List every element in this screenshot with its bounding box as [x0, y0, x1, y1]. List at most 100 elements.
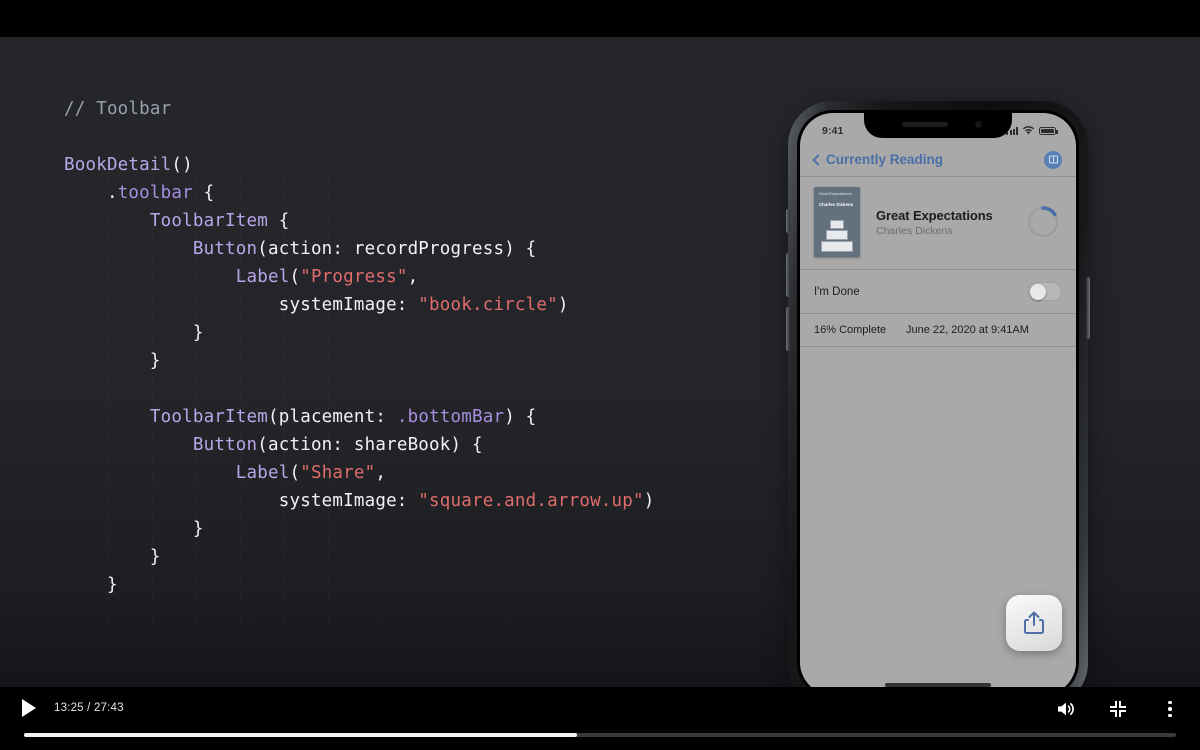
code-token: . [64, 183, 118, 203]
code-token: ) { [504, 407, 537, 427]
code-token: (action: shareBook) { [257, 435, 483, 455]
code-token: (placement: [268, 407, 397, 427]
phone-frame: 9:41 Currently Reading Great Expectation… [786, 101, 1090, 687]
code-token: } [64, 323, 204, 343]
front-camera [975, 121, 982, 128]
code-line: Label("Share", [64, 459, 655, 487]
code-token: ( [289, 267, 301, 287]
code-line: Label("Progress", [64, 263, 655, 291]
book-circle-icon[interactable] [1044, 150, 1062, 169]
code-line: systemImage: "book.circle") [64, 291, 655, 319]
code-token: systemImage: [64, 295, 419, 315]
code-line: systemImage: "square.and.arrow.up") [64, 487, 655, 515]
code-block: // Toolbar BookDetail() .toolbar { Toolb… [64, 95, 655, 599]
code-token: Label [235, 267, 290, 287]
volume-up-button[interactable] [786, 253, 790, 297]
code-token: "square.and.arrow.up" [418, 491, 644, 511]
progress-scrubber[interactable] [24, 733, 1176, 737]
code-token: , [407, 267, 419, 287]
book-author: Charles Dickens [876, 224, 953, 237]
code-line: ToolbarItem { [64, 207, 655, 235]
done-toggle[interactable] [1028, 282, 1062, 301]
code-token: , [375, 463, 387, 483]
book-title: Great Expectations [876, 207, 993, 223]
code-token: ) [643, 491, 655, 511]
code-token: Label [235, 463, 290, 483]
code-line: } [64, 571, 655, 599]
more-options-icon[interactable] [1158, 697, 1182, 721]
code-token: .bottomBar [396, 407, 505, 427]
video-content[interactable]: // Toolbar BookDetail() .toolbar { Toolb… [0, 37, 1200, 687]
wifi-icon [1022, 125, 1035, 138]
code-token: BookDetail [64, 155, 172, 175]
chevron-left-icon [812, 153, 824, 166]
phone-screen[interactable]: 9:41 Currently Reading Great Expectation… [800, 113, 1076, 687]
code-token: // Toolbar [64, 99, 172, 119]
code-line: } [64, 347, 655, 375]
code-token: { [192, 183, 215, 203]
code-token: Button [192, 435, 258, 455]
code-token: (action: recordProgress) { [257, 239, 537, 259]
code-token: } [64, 351, 161, 371]
letterbox-top [0, 0, 1200, 37]
progress-ring[interactable] [1026, 205, 1060, 239]
last-updated-timestamp: June 22, 2020 at 9:41AM [906, 324, 1029, 336]
cover-title-text: Great Expectations [819, 192, 852, 196]
code-token: ToolbarItem [149, 211, 268, 231]
earpiece-speaker [902, 122, 948, 127]
back-button[interactable]: Currently Reading [812, 152, 944, 167]
exit-fullscreen-icon[interactable] [1106, 697, 1130, 721]
code-token: toolbar [117, 183, 193, 203]
code-line: } [64, 515, 655, 543]
status-bar-time: 9:41 [822, 125, 844, 137]
back-button-label: Currently Reading [826, 152, 944, 167]
battery-icon [1039, 126, 1058, 136]
code-token: } [64, 547, 161, 567]
code-line: BookDetail() [64, 151, 655, 179]
code-token: systemImage: [64, 491, 419, 511]
code-line: } [64, 319, 655, 347]
play-button[interactable] [22, 699, 36, 717]
player-controls: 13:25 / 27:43 [0, 687, 1200, 750]
volume-icon[interactable] [1054, 697, 1078, 721]
share-button[interactable] [1006, 595, 1062, 651]
cake-illustration [820, 220, 854, 253]
progress-fill [24, 733, 577, 737]
iphone-mockup: 9:41 Currently Reading Great Expectation… [786, 101, 1090, 687]
video-player-screenshot: // Toolbar BookDetail() .toolbar { Toolb… [0, 0, 1200, 750]
code-token: { [268, 211, 290, 231]
code-token: () [171, 155, 193, 175]
code-line: Button(action: recordProgress) { [64, 235, 655, 263]
code-line: // Toolbar [64, 95, 655, 123]
book-meta: Great Expectations Charles Dickens [876, 208, 1026, 237]
code-line: Button(action: shareBook) { [64, 431, 655, 459]
cover-author-text: Charles Dickens [819, 202, 854, 207]
book-cover: Great Expectations Charles Dickens [814, 187, 860, 257]
code-token: } [64, 519, 204, 539]
code-token: "Share" [300, 463, 376, 483]
phone-bezel: 9:41 Currently Reading Great Expectation… [797, 110, 1079, 687]
notch [864, 113, 1012, 138]
book-row[interactable]: Great Expectations Charles Dickens Great… [800, 177, 1076, 270]
time-display: 13:25 / 27:43 [54, 702, 124, 714]
nav-bar: Currently Reading [800, 143, 1076, 177]
code-token: ) [557, 295, 569, 315]
code-line: } [64, 543, 655, 571]
power-button[interactable] [1086, 277, 1090, 339]
done-label: I'm Done [814, 285, 860, 298]
stats-row: 16% Complete June 22, 2020 at 9:41AM [800, 314, 1076, 347]
volume-down-button[interactable] [786, 307, 790, 351]
silence-switch[interactable] [786, 209, 790, 233]
code-token: Button [192, 239, 258, 259]
done-row[interactable]: I'm Done [800, 270, 1076, 314]
code-token: "Progress" [300, 267, 408, 287]
code-token: ToolbarItem [149, 407, 268, 427]
code-line: ToolbarItem(placement: .bottomBar) { [64, 403, 655, 431]
code-token: "book.circle" [418, 295, 558, 315]
